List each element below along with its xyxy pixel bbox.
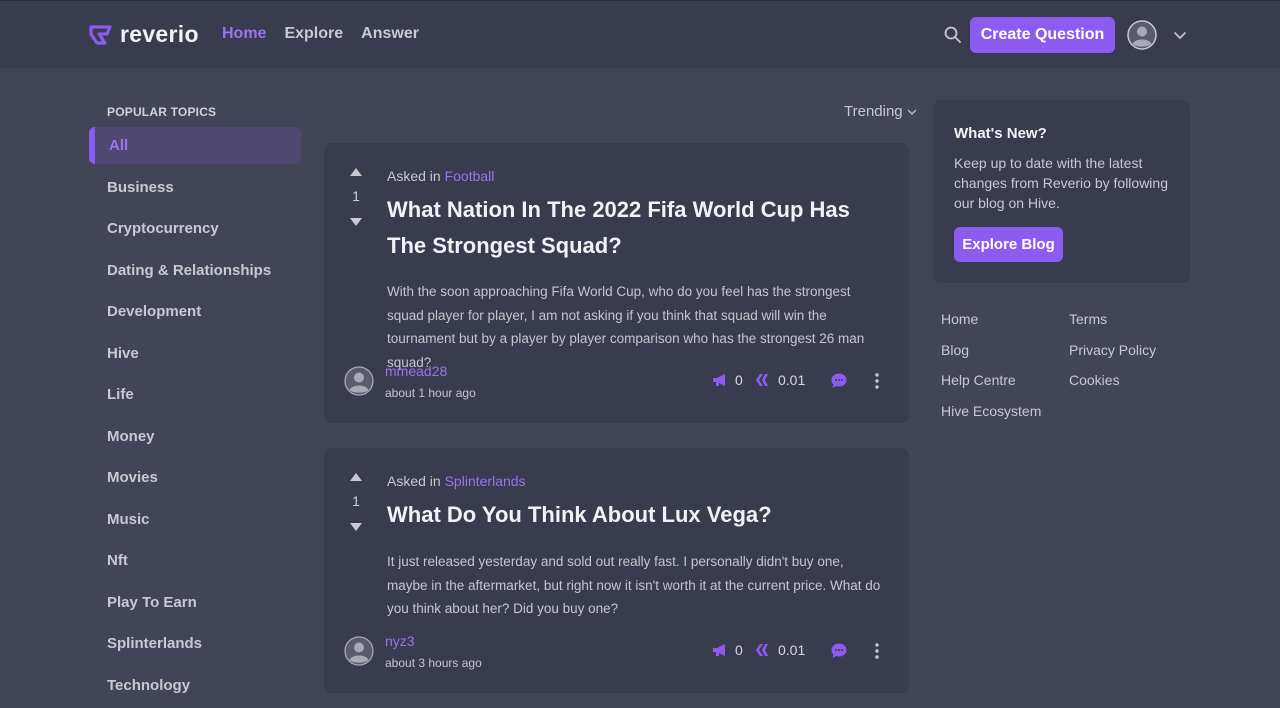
author-avatar-icon[interactable] <box>344 636 374 666</box>
footer-link-blog[interactable]: Blog <box>941 342 969 358</box>
top-navbar: reverio Home Explore Answer Create Quest… <box>0 0 1280 68</box>
topic-item-movies[interactable]: Movies <box>89 459 301 496</box>
author-name[interactable]: nyz3 <box>385 633 415 649</box>
upvote-arrow-icon[interactable] <box>350 473 362 481</box>
whats-new-title: What's New? <box>954 125 1047 142</box>
asked-in-prefix: Asked in <box>387 473 441 489</box>
promote-count: 0 <box>735 642 743 658</box>
hive-icon <box>756 644 768 656</box>
topic-item-business[interactable]: Business <box>89 169 301 206</box>
asked-in-prefix: Asked in <box>387 168 441 184</box>
logo-text: reverio <box>120 21 199 47</box>
explore-blog-button[interactable]: Explore Blog <box>954 227 1063 262</box>
topic-item-cryptocurrency[interactable]: Cryptocurrency <box>89 210 301 247</box>
asked-in: Asked in Splinterlands <box>387 473 526 489</box>
post-time: about 3 hours ago <box>385 656 482 670</box>
topic-item-all[interactable]: All <box>89 127 301 164</box>
promote-stat[interactable]: 0 <box>712 372 743 388</box>
nav-explore[interactable]: Explore <box>284 25 343 43</box>
footer-link-terms[interactable]: Terms <box>1069 311 1107 327</box>
nav-home[interactable]: Home <box>222 25 266 43</box>
topic-item-splinterlands[interactable]: Splinterlands <box>89 625 301 662</box>
downvote-arrow-icon[interactable] <box>350 523 362 531</box>
topic-item-play-to-earn[interactable]: Play To Earn <box>89 584 301 621</box>
sort-dropdown[interactable]: Trending <box>844 103 917 120</box>
logo[interactable]: reverio <box>88 21 199 48</box>
author-avatar-icon[interactable] <box>344 366 374 396</box>
main-nav: Home Explore Answer <box>222 25 419 43</box>
megaphone-icon <box>713 644 725 656</box>
megaphone-icon <box>713 374 725 386</box>
topic-item-money[interactable]: Money <box>89 418 301 455</box>
footer-link-privacy-policy[interactable]: Privacy Policy <box>1069 342 1156 358</box>
question-card: 1 Asked in Football What Nation In The 2… <box>324 143 909 423</box>
topic-item-dating-relationships[interactable]: Dating & Relationships <box>89 252 301 289</box>
vote-control: 1 <box>346 473 366 531</box>
reward-stat: 0.01 <box>755 642 805 658</box>
asked-in: Asked in Football <box>387 168 494 184</box>
comment-icon[interactable] <box>830 372 848 390</box>
question-title[interactable]: What Nation In The 2022 Fifa World Cup H… <box>387 192 887 264</box>
footer-link-home[interactable]: Home <box>941 311 978 327</box>
vote-count: 1 <box>352 188 360 204</box>
author-name[interactable]: mmead28 <box>385 363 447 379</box>
question-body: With the soon approaching Fifa World Cup… <box>387 284 865 370</box>
more-options-icon[interactable] <box>874 372 880 390</box>
vote-count: 1 <box>352 493 360 509</box>
post-time: about 1 hour ago <box>385 386 476 400</box>
promote-stat[interactable]: 0 <box>712 642 743 658</box>
hive-icon <box>756 374 768 386</box>
topic-list: All Business Cryptocurrency Dating & Rel… <box>89 127 301 708</box>
whats-new-panel: What's New? Keep up to date with the lat… <box>933 100 1190 283</box>
category-link[interactable]: Splinterlands <box>445 473 526 489</box>
nav-answer[interactable]: Answer <box>361 25 419 43</box>
search-icon[interactable] <box>943 25 963 45</box>
question-body: It just released yesterday and sold out … <box>387 554 881 616</box>
reverio-logo-icon <box>89 24 112 45</box>
footer-link-help-centre[interactable]: Help Centre <box>941 372 1016 388</box>
chevron-down-icon <box>907 109 916 115</box>
topic-item-music[interactable]: Music <box>89 501 301 538</box>
popular-topics-heading: POPULAR TOPICS <box>107 105 217 119</box>
create-question-button[interactable]: Create Question <box>970 17 1115 53</box>
question-card: 1 Asked in Splinterlands What Do You Thi… <box>324 448 909 693</box>
topic-item-nft[interactable]: Nft <box>89 542 301 579</box>
question-title[interactable]: What Do You Think About Lux Vega? <box>387 497 887 533</box>
footer-link-hive-ecosystem[interactable]: Hive Ecosystem <box>941 403 1041 419</box>
downvote-arrow-icon[interactable] <box>350 218 362 226</box>
promote-count: 0 <box>735 372 743 388</box>
reward-value: 0.01 <box>778 642 806 658</box>
footer-link-cookies[interactable]: Cookies <box>1069 372 1120 388</box>
sort-label: Trending <box>844 103 903 120</box>
topic-item-development[interactable]: Development <box>89 293 301 330</box>
reward-stat: 0.01 <box>755 372 805 388</box>
vote-control: 1 <box>346 168 366 226</box>
topic-item-hive[interactable]: Hive <box>89 335 301 372</box>
chevron-down-icon[interactable] <box>1173 28 1187 42</box>
upvote-arrow-icon[interactable] <box>350 168 362 176</box>
reward-value: 0.01 <box>778 372 806 388</box>
topic-item-life[interactable]: Life <box>89 376 301 413</box>
topic-item-technology[interactable]: Technology <box>89 667 301 704</box>
whats-new-text: Keep up to date with the latest changes … <box>954 155 1168 211</box>
comment-icon[interactable] <box>830 642 848 660</box>
user-avatar-icon[interactable] <box>1127 20 1157 50</box>
category-link[interactable]: Football <box>445 168 495 184</box>
more-options-icon[interactable] <box>874 642 880 660</box>
